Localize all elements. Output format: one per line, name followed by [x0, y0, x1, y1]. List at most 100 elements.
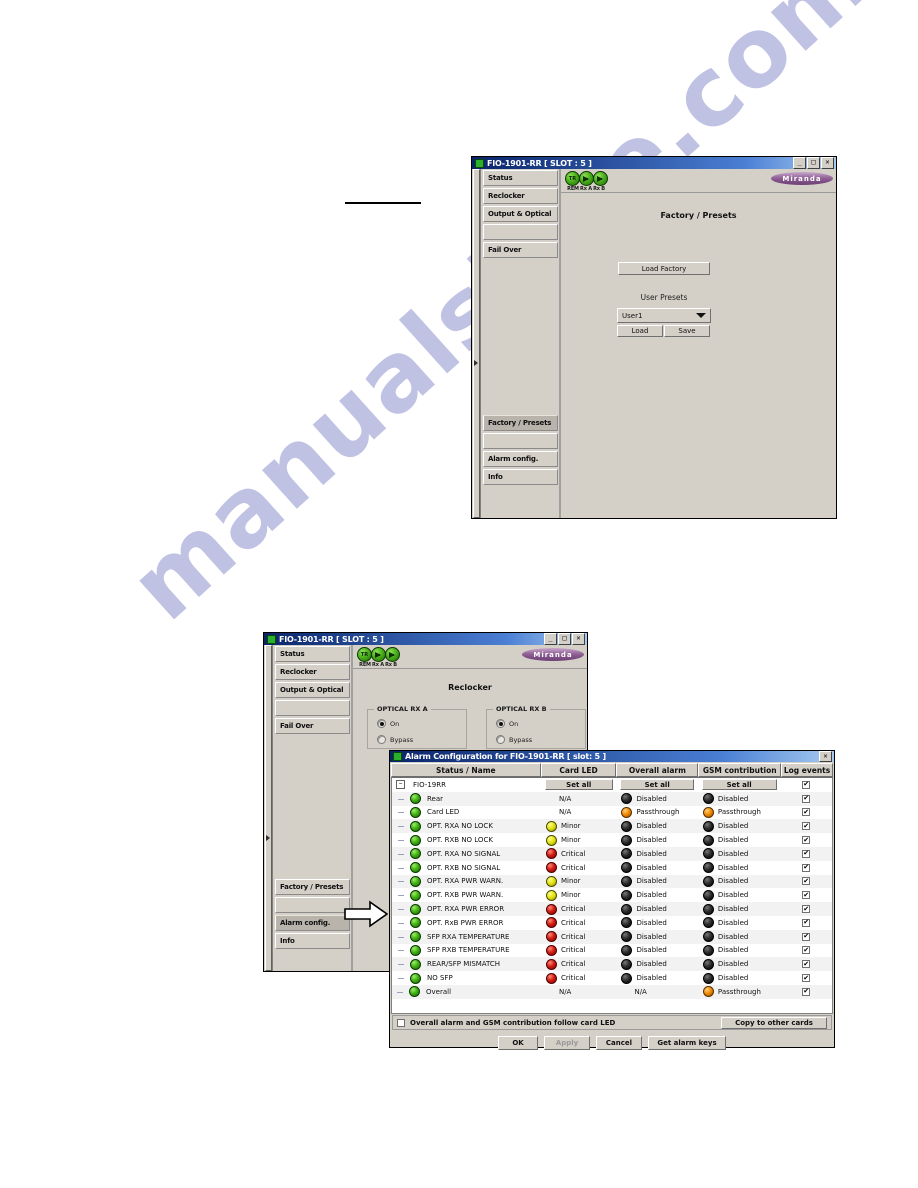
- card-led-cell[interactable]: Critical: [541, 931, 617, 943]
- sidebar-item-alarm-config[interactable]: Alarm config.: [483, 451, 558, 467]
- card-led-cell[interactable]: Critical: [541, 903, 617, 915]
- card-led-cell[interactable]: Critical: [541, 958, 617, 970]
- sidebar-item-output-optical[interactable]: Output & Optical: [483, 206, 558, 222]
- log-events-cell[interactable]: ✔: [780, 822, 832, 831]
- alarm-configuration-dialog[interactable]: Alarm Configuration for FIO-1901-RR [ sl…: [389, 750, 835, 1050]
- alarm-name-cell[interactable]: Rear: [392, 793, 541, 805]
- alarm-close-button[interactable]: ✕: [819, 751, 832, 762]
- card-led-cell[interactable]: Critical: [541, 972, 617, 984]
- log-events-checkbox[interactable]: ✔: [802, 932, 811, 941]
- log-events-checkbox[interactable]: ✔: [802, 946, 811, 955]
- table-row[interactable]: SFP RXB TEMPERATURE Critical Disabled Disab…: [392, 943, 832, 958]
- card-led-cell[interactable]: Critical: [541, 848, 617, 860]
- gsm-contribution-cell[interactable]: Disabled: [698, 848, 780, 860]
- card-led-cell[interactable]: N/A: [541, 988, 617, 996]
- sidebar-item-output-optical[interactable]: Output & Optical: [275, 682, 350, 698]
- overall-alarm-cell[interactable]: Disabled: [616, 862, 697, 874]
- window1-titlebar-buttons[interactable]: _ □ ✕: [793, 157, 834, 169]
- chevron-right-icon[interactable]: [266, 835, 270, 841]
- log-events-cell[interactable]: ✔: [780, 780, 832, 789]
- preset-load-button[interactable]: Load: [617, 325, 663, 337]
- column-header-gsm-contribution[interactable]: GSM contribution: [698, 763, 782, 777]
- radio-indicator[interactable]: [377, 735, 386, 744]
- table-row[interactable]: OPT. RXA NO LOCK Minor Disabled Disabled ✔: [392, 819, 832, 834]
- card-led-cell[interactable]: Minor: [541, 820, 617, 832]
- gsm-contribution-cell[interactable]: Disabled: [698, 972, 780, 984]
- table-row[interactable]: OPT. RXA PWR WARN. Minor Disabled Disabled ✔: [392, 874, 832, 889]
- radio-indicator[interactable]: [496, 735, 505, 744]
- alarm-name-cell[interactable]: OPT. RXB NO SIGNAL: [392, 862, 541, 874]
- window1-minimize-button[interactable]: _: [793, 157, 806, 169]
- window2-titlebar[interactable]: FIO-1901-RR [ SLOT : 5 ] _ □ ✕: [264, 633, 587, 645]
- table-row[interactable]: SFP RXA TEMPERATURE Critical Disabled Disab…: [392, 929, 832, 944]
- table-row[interactable]: OPT. RXB NO LOCK Minor Disabled Disabled ✔: [392, 833, 832, 847]
- overall-alarm-cell[interactable]: Disabled: [616, 903, 697, 915]
- set-all-cell[interactable]: Set all: [541, 779, 616, 791]
- set-all-cell[interactable]: Set all: [698, 779, 780, 791]
- log-events-checkbox[interactable]: ✔: [802, 905, 811, 914]
- gsm-contribution-cell[interactable]: Disabled: [698, 889, 780, 901]
- alarm-name-cell[interactable]: NO SFP: [392, 972, 541, 984]
- log-events-cell[interactable]: ✔: [780, 794, 832, 803]
- overall-alarm-cell[interactable]: Disabled: [616, 848, 697, 860]
- alarm-name-cell[interactable]: OPT. RXA NO LOCK: [392, 820, 541, 832]
- gsm-contribution-cell[interactable]: Disabled: [698, 862, 780, 874]
- overall-alarm-cell[interactable]: Disabled: [616, 944, 697, 956]
- follow-card-led-checkbox[interactable]: Overall alarm and GSM contribution follo…: [397, 1018, 615, 1027]
- log-events-checkbox[interactable]: ✔: [802, 780, 811, 789]
- alarm-name-cell[interactable]: OPT. RXA PWR WARN.: [392, 875, 541, 887]
- sidebar-item-fail-over[interactable]: Fail Over: [483, 242, 558, 258]
- table-row[interactable]: NO SFP Critical Disabled Disabled ✔: [392, 971, 832, 985]
- set-all-button[interactable]: Set all: [544, 779, 613, 791]
- alarm-titlebar[interactable]: Alarm Configuration for FIO-1901-RR [ sl…: [390, 751, 834, 762]
- column-header-status-name[interactable]: Status / Name: [391, 763, 541, 777]
- log-events-cell[interactable]: ✔: [780, 960, 832, 969]
- table-row[interactable]: OPT. RXB NO SIGNAL Critical Disabled Disabl…: [392, 860, 832, 875]
- overall-alarm-cell[interactable]: Disabled: [616, 931, 697, 943]
- log-events-cell[interactable]: ✔: [780, 932, 832, 941]
- overall-alarm-cell[interactable]: N/A: [616, 988, 697, 996]
- user-preset-select[interactable]: User1: [617, 308, 711, 323]
- window2-minimize-button[interactable]: _: [544, 633, 557, 645]
- overall-alarm-cell[interactable]: Disabled: [616, 875, 697, 887]
- window1-nav-column[interactable]: Status Reclocker Output & Optical Fail O…: [481, 169, 561, 518]
- table-row[interactable]: OPT. RXB PWR WARN. Minor Disabled Disabled ✔: [392, 888, 832, 903]
- sidebar-item-info[interactable]: Info: [483, 469, 558, 485]
- alarm-name-cell[interactable]: OPT. RXB NO LOCK: [392, 834, 541, 846]
- radio-indicator[interactable]: [377, 719, 386, 728]
- ok-button[interactable]: OK: [498, 1036, 538, 1050]
- overall-alarm-cell[interactable]: Disabled: [616, 972, 697, 984]
- radio-rxb-bypass[interactable]: Bypass: [496, 735, 532, 744]
- gsm-contribution-cell[interactable]: Disabled: [698, 958, 780, 970]
- alarm-name-cell[interactable]: SFP RXB TEMPERATURE: [392, 944, 541, 956]
- log-events-cell[interactable]: ✔: [780, 974, 832, 983]
- card-led-cell[interactable]: N/A: [541, 795, 617, 803]
- gsm-contribution-cell[interactable]: Passthrough: [698, 986, 780, 998]
- log-events-checkbox[interactable]: ✔: [802, 987, 811, 996]
- window2-scroll-thumb[interactable]: [265, 645, 272, 971]
- sidebar-item-factory-presets[interactable]: Factory / Presets: [275, 879, 350, 895]
- card-window-factory-presets[interactable]: FIO-1901-RR [ SLOT : 5 ] _ □ ✕ Status Re…: [471, 156, 837, 519]
- set-all-button[interactable]: Set all: [701, 779, 777, 791]
- sidebar-item-reclocker[interactable]: Reclocker: [483, 188, 558, 204]
- table-row-root[interactable]: − FIO-19RR Set all Set all Set all ✔: [392, 778, 832, 792]
- root-row-name-cell[interactable]: − FIO-19RR: [392, 780, 541, 790]
- chevron-down-icon[interactable]: [696, 313, 706, 318]
- overall-alarm-cell[interactable]: Disabled: [616, 917, 697, 929]
- set-all-button[interactable]: Set all: [620, 779, 695, 791]
- gsm-contribution-cell[interactable]: Disabled: [698, 834, 780, 846]
- sidebar-item-alarm-config[interactable]: Alarm config.: [275, 915, 350, 931]
- table-row[interactable]: Card LED N/A Passthrough Passthrough ✔: [392, 805, 832, 820]
- radio-rxa-bypass[interactable]: Bypass: [377, 735, 413, 744]
- alarm-name-cell[interactable]: OPT. RXA NO SIGNAL: [392, 848, 541, 860]
- log-events-cell[interactable]: ✔: [780, 891, 832, 900]
- gsm-contribution-cell[interactable]: Disabled: [698, 875, 780, 887]
- radio-rxa-on[interactable]: On: [377, 719, 399, 728]
- gsm-contribution-cell[interactable]: Disabled: [698, 931, 780, 943]
- log-events-checkbox[interactable]: ✔: [802, 822, 811, 831]
- log-events-cell[interactable]: ✔: [780, 877, 832, 886]
- log-events-cell[interactable]: ✔: [780, 946, 832, 955]
- overall-alarm-cell[interactable]: Passthrough: [616, 806, 697, 818]
- window2-left-scrollbar[interactable]: [264, 645, 273, 971]
- checkbox-indicator[interactable]: [397, 1018, 405, 1027]
